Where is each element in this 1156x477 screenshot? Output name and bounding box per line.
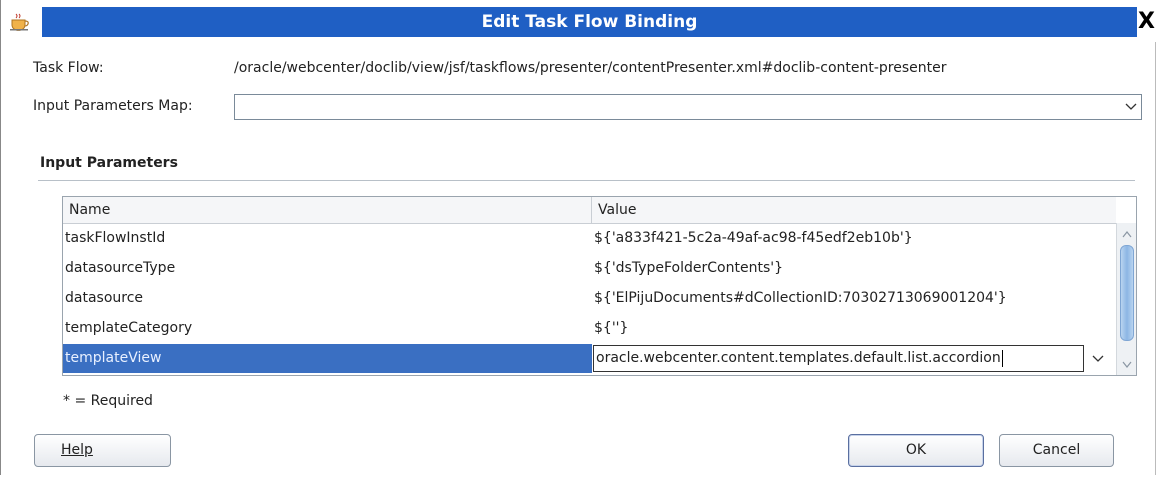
row-value-editor[interactable]: oracle.webcenter.content.templates.defau… — [592, 344, 1116, 373]
table-row[interactable]: templateCategory ${''} — [63, 314, 1116, 343]
section-divider — [38, 180, 1135, 181]
input-parameters-map-combo[interactable] — [234, 94, 1142, 120]
row-name-cell[interactable]: templateCategory — [63, 314, 592, 343]
required-note: * = Required — [63, 393, 153, 409]
chevron-down-icon[interactable] — [1120, 94, 1142, 120]
dialog-window: Edit Task Flow Binding X Task Flow: /ora… — [0, 0, 1156, 475]
scroll-up-icon[interactable] — [1117, 225, 1136, 243]
table-row-selected[interactable]: templateView oracle.webcenter.content.te… — [63, 344, 1116, 373]
row-name-cell[interactable]: datasourceType — [63, 254, 592, 283]
close-icon[interactable]: X — [1136, 7, 1156, 37]
row-value-cell[interactable]: ${'a833f421-5c2a-49af-ac98-f45edf2eb10b'… — [592, 224, 1116, 253]
table-row[interactable]: taskFlowInstId ${'a833f421-5c2a-49af-ac9… — [63, 224, 1116, 253]
row-value-cell[interactable]: ${'dsTypeFolderContents'} — [592, 254, 1116, 283]
input-parameters-map-label: Input Parameters Map: — [33, 98, 193, 114]
column-header-name[interactable]: Name — [63, 197, 592, 223]
scroll-down-icon[interactable] — [1117, 355, 1136, 373]
row-name-cell[interactable]: datasource — [63, 284, 592, 313]
scrollbar-thumb[interactable] — [1120, 245, 1134, 341]
row-value-cell[interactable]: ${''} — [592, 314, 1116, 343]
table-header: Name Value — [63, 197, 1116, 224]
template-view-input-text: oracle.webcenter.content.templates.defau… — [596, 350, 1001, 366]
cancel-button[interactable]: Cancel — [999, 434, 1114, 467]
row-name-cell[interactable]: taskFlowInstId — [63, 224, 592, 253]
input-parameters-table: Name Value taskFlowInstId ${'a833f421-5c… — [62, 196, 1137, 376]
column-header-value[interactable]: Value — [592, 197, 1116, 223]
section-title: Input Parameters — [40, 155, 178, 171]
ok-button[interactable]: OK — [848, 434, 984, 467]
table-row[interactable]: datasourceType ${'dsTypeFolderContents'} — [63, 254, 1116, 283]
template-view-input[interactable]: oracle.webcenter.content.templates.defau… — [593, 345, 1084, 372]
title-bar-fill: Edit Task Flow Binding — [42, 7, 1137, 37]
task-flow-label: Task Flow: — [33, 60, 104, 76]
row-name-cell[interactable]: templateView — [63, 344, 592, 373]
chevron-down-icon[interactable] — [1087, 344, 1109, 373]
task-flow-value: /oracle/webcenter/doclib/view/jsf/taskfl… — [234, 60, 947, 76]
row-value-cell[interactable]: ${'ElPijuDocuments#dCollectionID:7030271… — [592, 284, 1116, 313]
text-caret — [1001, 349, 1003, 367]
help-button[interactable]: Help — [34, 434, 171, 467]
help-button-label: Help — [61, 442, 93, 458]
vertical-scrollbar[interactable] — [1116, 223, 1136, 375]
java-cup-icon — [10, 13, 29, 31]
window-title: Edit Task Flow Binding — [481, 12, 698, 32]
title-bar[interactable]: Edit Task Flow Binding X — [1, 0, 1156, 42]
table-row[interactable]: datasource ${'ElPijuDocuments#dCollectio… — [63, 284, 1116, 313]
